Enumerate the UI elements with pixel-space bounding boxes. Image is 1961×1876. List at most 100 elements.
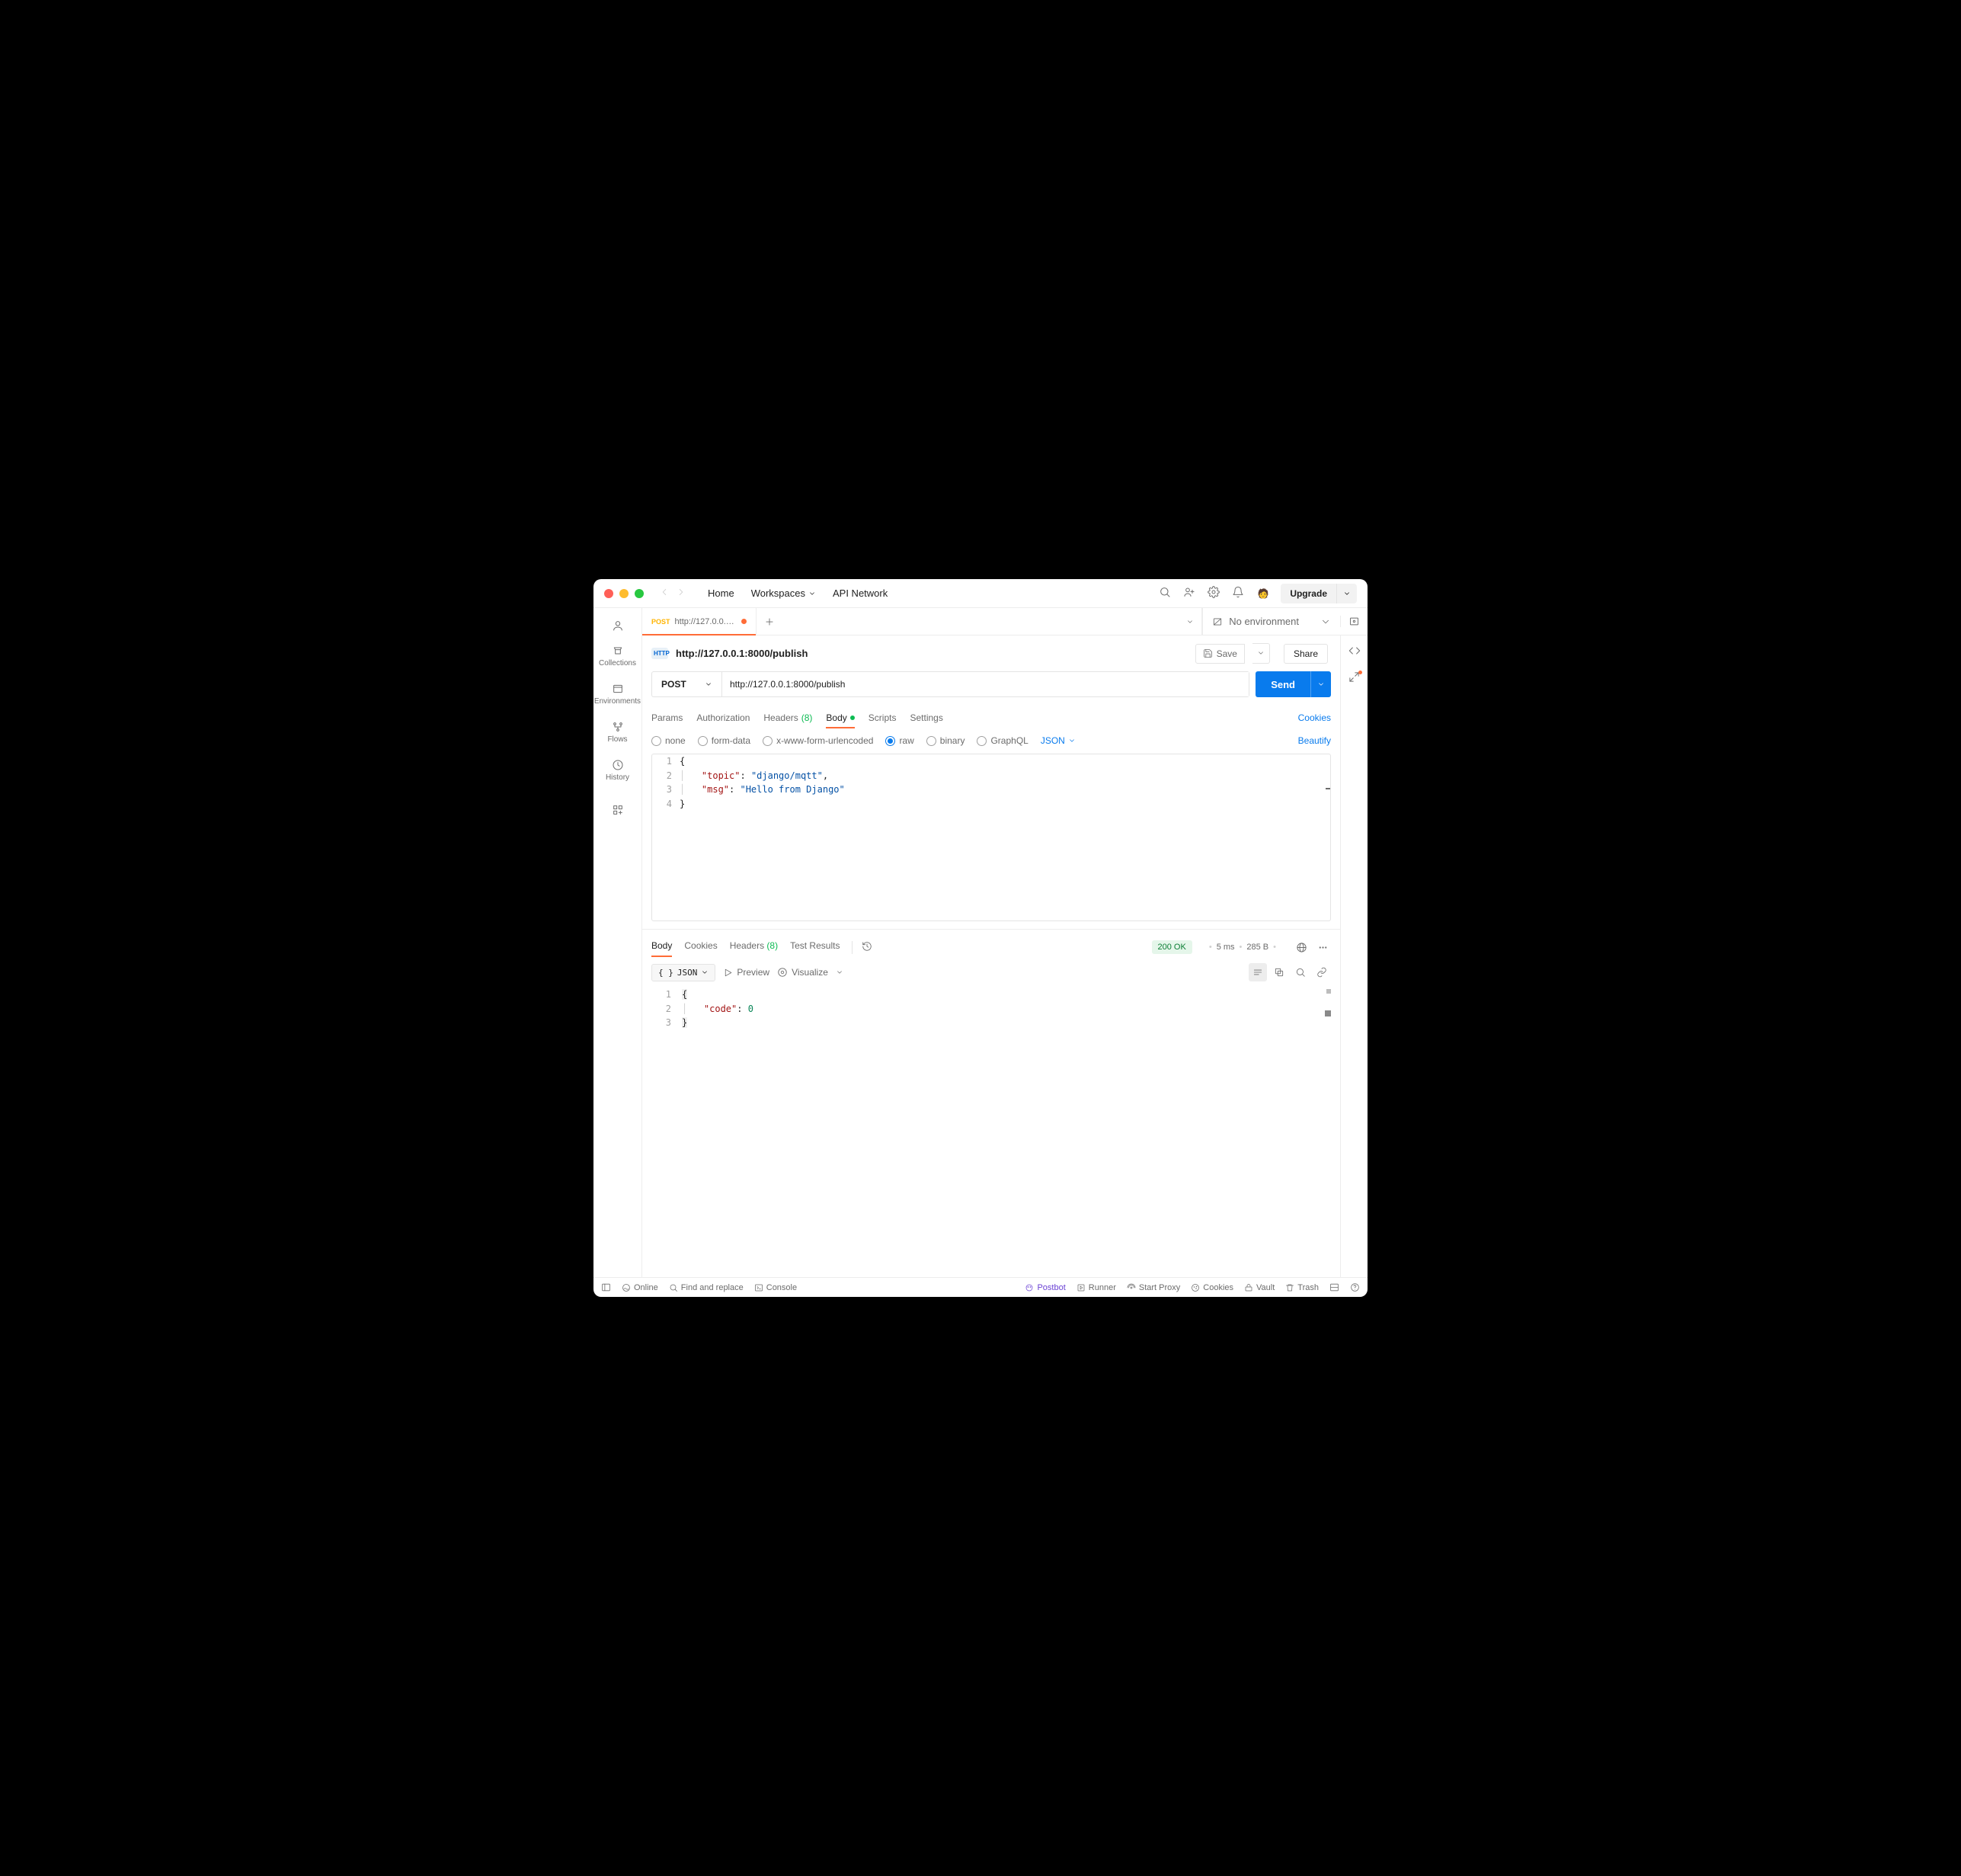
sb-cookies[interactable]: Cookies — [1191, 1283, 1233, 1292]
resp-history-icon[interactable] — [852, 941, 872, 954]
resp-scroll-mark — [1326, 989, 1331, 994]
response-tabs: Body Cookies Headers (8) Test Results 20… — [642, 929, 1340, 957]
sb-help-icon[interactable] — [1350, 1282, 1360, 1292]
nav-back-button[interactable] — [659, 587, 670, 600]
sidebar-environments-label: Environments — [594, 697, 641, 706]
resp-tab-headers[interactable]: Headers (8) — [730, 937, 778, 957]
more-icon[interactable] — [1314, 939, 1331, 956]
response-view-selector[interactable]: { }JSON — [651, 964, 715, 981]
notifications-icon[interactable] — [1232, 586, 1244, 600]
resp-tab-cookies[interactable]: Cookies — [684, 937, 717, 957]
resp-tab-test-results[interactable]: Test Results — [790, 937, 840, 957]
statusbar: Online Find and replace Console Postbot … — [593, 1277, 1368, 1297]
network-icon[interactable] — [1293, 939, 1310, 956]
tabs-bar: POST http://127.0.0.1:8000/p No environm… — [642, 608, 1368, 635]
minimize-window-button[interactable] — [619, 589, 629, 598]
menu-workspaces[interactable]: Workspaces — [745, 584, 822, 602]
menu-api-network[interactable]: API Network — [827, 584, 894, 602]
tab-add-button[interactable] — [757, 608, 782, 635]
sidebar-user-icon[interactable] — [603, 616, 633, 635]
beautify-link[interactable]: Beautify — [1298, 735, 1331, 746]
left-sidebar: Collections Environments Flows History — [593, 608, 642, 1277]
search-response-icon[interactable] — [1291, 963, 1310, 981]
save-button[interactable]: Save — [1195, 644, 1245, 664]
titlebar-icons: 🧑 — [1159, 586, 1270, 600]
radio-none[interactable]: none — [651, 735, 686, 746]
radio-graphql[interactable]: GraphQL — [977, 735, 1028, 746]
response-body-editor[interactable]: 1{ 2│ "code": 0 3} — [642, 988, 1340, 1277]
sb-layout-icon[interactable] — [1329, 1282, 1339, 1292]
send-caret[interactable] — [1310, 671, 1331, 697]
radio-raw[interactable]: raw — [885, 735, 913, 746]
cookies-link[interactable]: Cookies — [1298, 712, 1331, 723]
tab-title: http://127.0.0.1:8000/p — [675, 617, 737, 626]
sb-postbot[interactable]: Postbot — [1025, 1283, 1065, 1292]
response-status: 200 OK — [1152, 940, 1192, 954]
window-controls — [604, 589, 644, 598]
sidebar-collections[interactable]: Collections — [593, 639, 641, 674]
send-button[interactable]: Send — [1256, 671, 1310, 697]
wrap-icon[interactable] — [1249, 963, 1267, 981]
save-caret[interactable] — [1252, 643, 1270, 664]
subtab-params[interactable]: Params — [651, 708, 683, 728]
sb-console[interactable]: Console — [754, 1283, 797, 1292]
tab-method-label: POST — [651, 618, 670, 626]
subtab-scripts[interactable]: Scripts — [869, 708, 897, 728]
visualize-button[interactable]: Visualize — [777, 967, 828, 978]
close-window-button[interactable] — [604, 589, 613, 598]
request-title: http://127.0.0.1:8000/publish — [676, 648, 1188, 659]
code-icon[interactable] — [1348, 645, 1361, 659]
environment-label: No environment — [1229, 616, 1299, 627]
titlebar: Home Workspaces API Network 🧑 Upgrade — [593, 579, 1368, 608]
avatar[interactable]: 🧑 — [1256, 587, 1270, 600]
environment-selector[interactable]: No environment — [1202, 608, 1340, 635]
subtab-settings[interactable]: Settings — [910, 708, 942, 728]
app-window: Home Workspaces API Network 🧑 Upgrade Co… — [593, 579, 1368, 1297]
method-selector[interactable]: POST — [651, 671, 721, 697]
menu-home[interactable]: Home — [702, 584, 741, 602]
maximize-window-button[interactable] — [635, 589, 644, 598]
sidebar-add-icon[interactable] — [603, 800, 633, 820]
main-menu: Home Workspaces API Network — [702, 584, 894, 602]
link-icon[interactable] — [1313, 963, 1331, 981]
radio-binary[interactable]: binary — [926, 735, 965, 746]
radio-form-data[interactable]: form-data — [698, 735, 750, 746]
nav-forward-button[interactable] — [676, 587, 686, 600]
sb-vault[interactable]: Vault — [1244, 1283, 1275, 1292]
settings-icon[interactable] — [1208, 586, 1220, 600]
preview-button[interactable]: Preview — [723, 967, 769, 978]
response-meta: •5 ms•285 B• — [1204, 943, 1281, 952]
body-type-radios: none form-data x-www-form-urlencoded raw… — [642, 728, 1340, 754]
share-button[interactable]: Share — [1284, 644, 1328, 664]
request-header: HTTP http://127.0.0.1:8000/publish Save … — [642, 635, 1340, 671]
radio-urlencoded[interactable]: x-www-form-urlencoded — [763, 735, 873, 746]
body-lang-selector[interactable]: JSON — [1041, 735, 1076, 746]
sb-trash[interactable]: Trash — [1285, 1283, 1319, 1292]
expand-icon[interactable] — [1348, 671, 1360, 685]
sidebar-history[interactable]: History — [593, 753, 641, 788]
sb-panel-icon[interactable] — [601, 1282, 611, 1292]
invite-icon[interactable] — [1183, 586, 1195, 600]
resp-tab-body[interactable]: Body — [651, 937, 672, 957]
sidebar-flows[interactable]: Flows — [593, 715, 641, 750]
nav-arrows — [659, 587, 686, 600]
tabs-overflow-button[interactable] — [1179, 608, 1201, 635]
sidebar-environments[interactable]: Environments — [593, 677, 641, 712]
sb-online[interactable]: Online — [622, 1283, 658, 1292]
subtab-body[interactable]: Body — [826, 708, 854, 728]
upgrade-button[interactable]: Upgrade — [1281, 584, 1336, 603]
subtab-headers[interactable]: Headers (8) — [763, 708, 812, 728]
copy-icon[interactable] — [1270, 963, 1288, 981]
environment-quicklook-icon[interactable] — [1340, 616, 1368, 627]
sb-runner[interactable]: Runner — [1076, 1283, 1116, 1292]
request-body-editor[interactable]: 1{ 2│ "topic": "django/mqtt", 3│ "msg": … — [651, 754, 1331, 921]
sb-find[interactable]: Find and replace — [669, 1283, 744, 1292]
search-icon[interactable] — [1159, 586, 1171, 600]
sidebar-flows-label: Flows — [607, 735, 627, 744]
visualize-caret[interactable] — [836, 967, 843, 978]
sb-start-proxy[interactable]: Start Proxy — [1127, 1283, 1180, 1292]
subtab-authorization[interactable]: Authorization — [696, 708, 750, 728]
upgrade-caret[interactable] — [1336, 584, 1357, 603]
tab-request[interactable]: POST http://127.0.0.1:8000/p — [642, 608, 757, 635]
url-input[interactable] — [722, 672, 1249, 696]
